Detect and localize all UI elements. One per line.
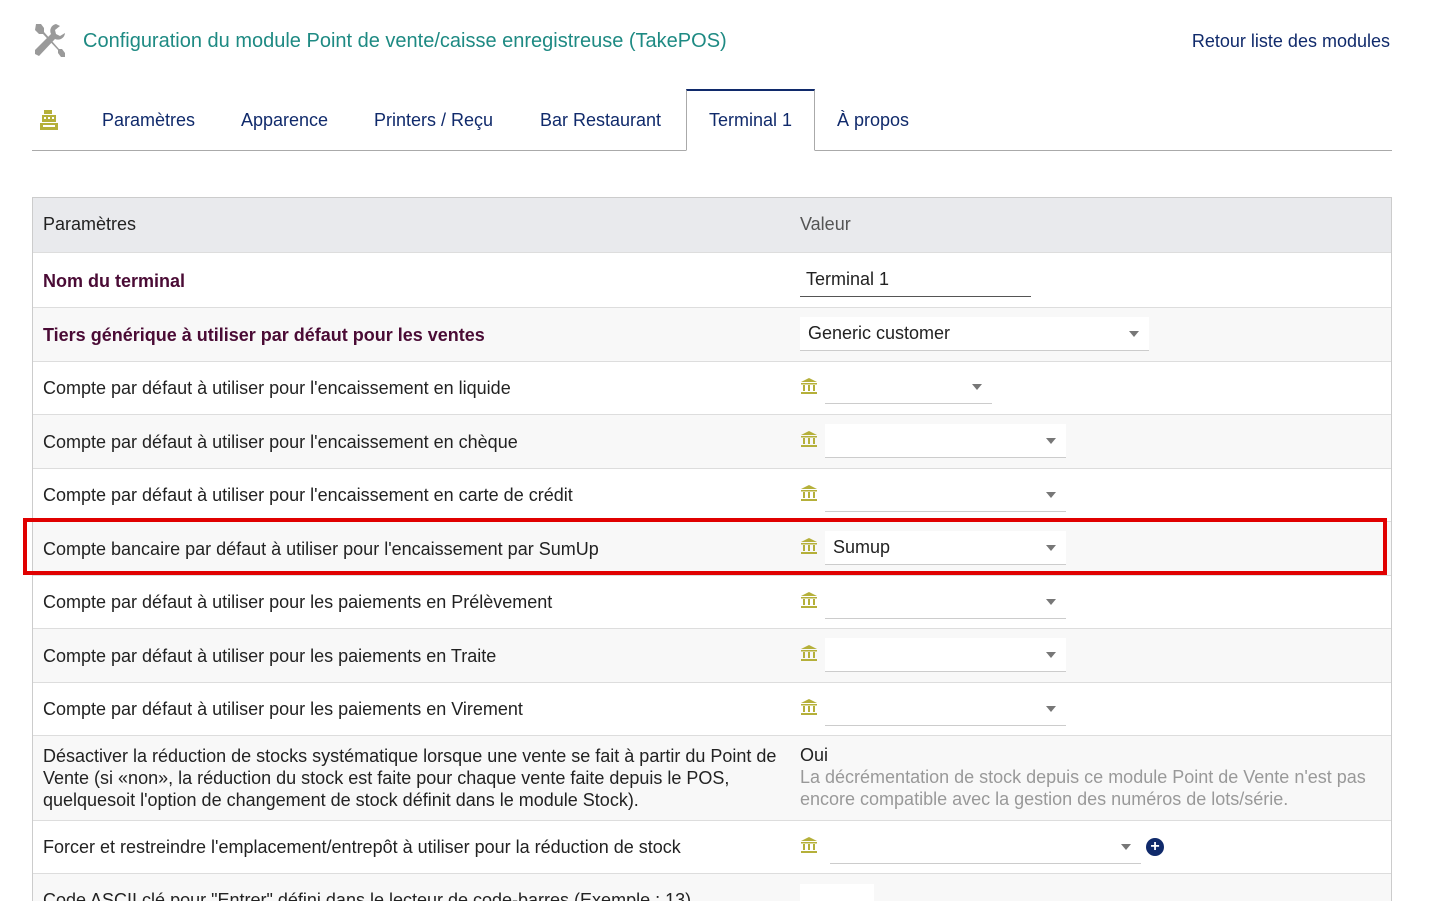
generic-customer-select[interactable]: Generic customer: [800, 317, 1149, 351]
row-label: Forcer et restreindre l'emplacement/entr…: [43, 837, 681, 857]
terminal-name-cell: [800, 263, 1032, 299]
prelevement-account-select[interactable]: [825, 585, 1066, 619]
page-title: Configuration du module Point de vente/c…: [83, 30, 727, 52]
row-label: Désactiver la réduction de stocks systém…: [43, 746, 777, 810]
tab-terminal-1[interactable]: Terminal 1: [686, 89, 816, 151]
cash-register-icon: [40, 110, 58, 130]
row-label: Compte par défaut à utiliser pour les pa…: [43, 592, 553, 612]
select-value: Generic customer: [808, 323, 951, 343]
stock-reduction-value: Oui: [800, 745, 829, 765]
table-row-ascii-code: Code ASCII clé pour "Entrer" défini dans…: [33, 873, 1391, 901]
chevron-down-icon: [972, 384, 982, 390]
chevron-down-icon: [1046, 545, 1056, 551]
chevron-down-icon: [1046, 599, 1056, 605]
table-row-card-account: Compte par défaut à utiliser pour l'enca…: [33, 468, 1391, 521]
bank-icon: [801, 645, 817, 661]
traite-account-select[interactable]: [825, 638, 1066, 672]
table-row-cash-account: Compte par défaut à utiliser pour l'enca…: [33, 361, 1391, 414]
table-row-virement-account: Compte par défaut à utiliser pour les pa…: [33, 682, 1391, 735]
row-label: Nom du terminal: [43, 271, 186, 291]
row-label: Compte par défaut à utiliser pour les pa…: [43, 699, 523, 719]
select-value: Sumup: [833, 537, 891, 557]
card-account-select[interactable]: [825, 478, 1066, 512]
virement-account-select[interactable]: [825, 692, 1066, 726]
chevron-down-icon: [1046, 492, 1056, 498]
sumup-account-select[interactable]: Sumup: [825, 531, 1066, 565]
chevron-down-icon: [1121, 844, 1131, 850]
table-row-stock-reduction: Désactiver la réduction de stocks systém…: [33, 735, 1391, 820]
ascii-code-input[interactable]: [800, 884, 874, 901]
tab-apparence[interactable]: Apparence: [219, 89, 350, 151]
back-to-modules-link[interactable]: Retour liste des modules: [1192, 31, 1390, 52]
bank-icon: [801, 538, 817, 554]
table-row-warehouse: Forcer et restreindre l'emplacement/entr…: [33, 820, 1391, 873]
tab-printers[interactable]: Printers / Reçu: [352, 89, 515, 151]
bank-icon: [801, 699, 817, 715]
row-label: Compte bancaire par défaut à utiliser po…: [43, 539, 599, 559]
row-label: Compte par défaut à utiliser pour l'enca…: [43, 378, 511, 398]
row-label: Compte par défaut à utiliser pour l'enca…: [43, 485, 573, 505]
column-header-value: Valeur: [800, 214, 851, 234]
plus-circle-icon[interactable]: +: [1146, 838, 1164, 856]
warehouse-select[interactable]: [830, 830, 1141, 864]
chevron-down-icon: [1046, 652, 1056, 658]
table-row-terminal-name: Nom du terminal: [33, 252, 1391, 307]
table-row-traite-account: Compte par défaut à utiliser pour les pa…: [33, 628, 1391, 682]
chevron-down-icon: [1129, 331, 1139, 337]
chevron-down-icon: [1046, 706, 1056, 712]
terminal-name-input[interactable]: [800, 263, 1031, 297]
table-row-cheque-account: Compte par défaut à utiliser pour l'enca…: [33, 414, 1391, 468]
row-label: Code ASCII clé pour "Entrer" défini dans…: [43, 890, 692, 901]
tab-bar-restaurant[interactable]: Bar Restaurant: [518, 89, 683, 151]
row-label: Compte par défaut à utiliser pour les pa…: [43, 646, 497, 666]
bank-icon: [801, 431, 817, 447]
warehouse-icon: [801, 837, 817, 853]
bank-icon: [801, 485, 817, 501]
tools-icon: [35, 24, 65, 57]
table-row-prelevement-account: Compte par défaut à utiliser pour les pa…: [33, 575, 1391, 628]
table-header-row: Paramètres Valeur: [33, 198, 1391, 252]
table-row-generic-customer: Tiers générique à utiliser par défaut po…: [33, 307, 1391, 361]
cash-account-select[interactable]: [825, 370, 992, 404]
bank-icon: [801, 378, 817, 394]
row-label: Compte par défaut à utiliser pour l'enca…: [43, 432, 518, 452]
tab-a-propos[interactable]: À propos: [815, 89, 931, 151]
column-header-params: Paramètres: [43, 214, 137, 234]
row-label: Tiers générique à utiliser par défaut po…: [43, 325, 485, 345]
page-header: Configuration du module Point de vente/c…: [32, 22, 1392, 62]
bank-icon: [801, 592, 817, 608]
cheque-account-select[interactable]: [825, 424, 1066, 458]
stock-reduction-value-cell: Oui La décrémentation de stock depuis ce…: [800, 745, 1390, 810]
settings-table: Paramètres Valeur Nom du terminal Tiers …: [32, 197, 1392, 901]
chevron-down-icon: [1046, 438, 1056, 444]
tab-parametres[interactable]: Paramètres: [80, 89, 217, 151]
table-row-sumup-account: Compte bancaire par défaut à utiliser po…: [33, 521, 1391, 575]
stock-reduction-note: La décrémentation de stock depuis ce mod…: [800, 767, 1366, 809]
tab-bar: Paramètres Apparence Printers / Reçu Bar…: [32, 89, 1392, 151]
